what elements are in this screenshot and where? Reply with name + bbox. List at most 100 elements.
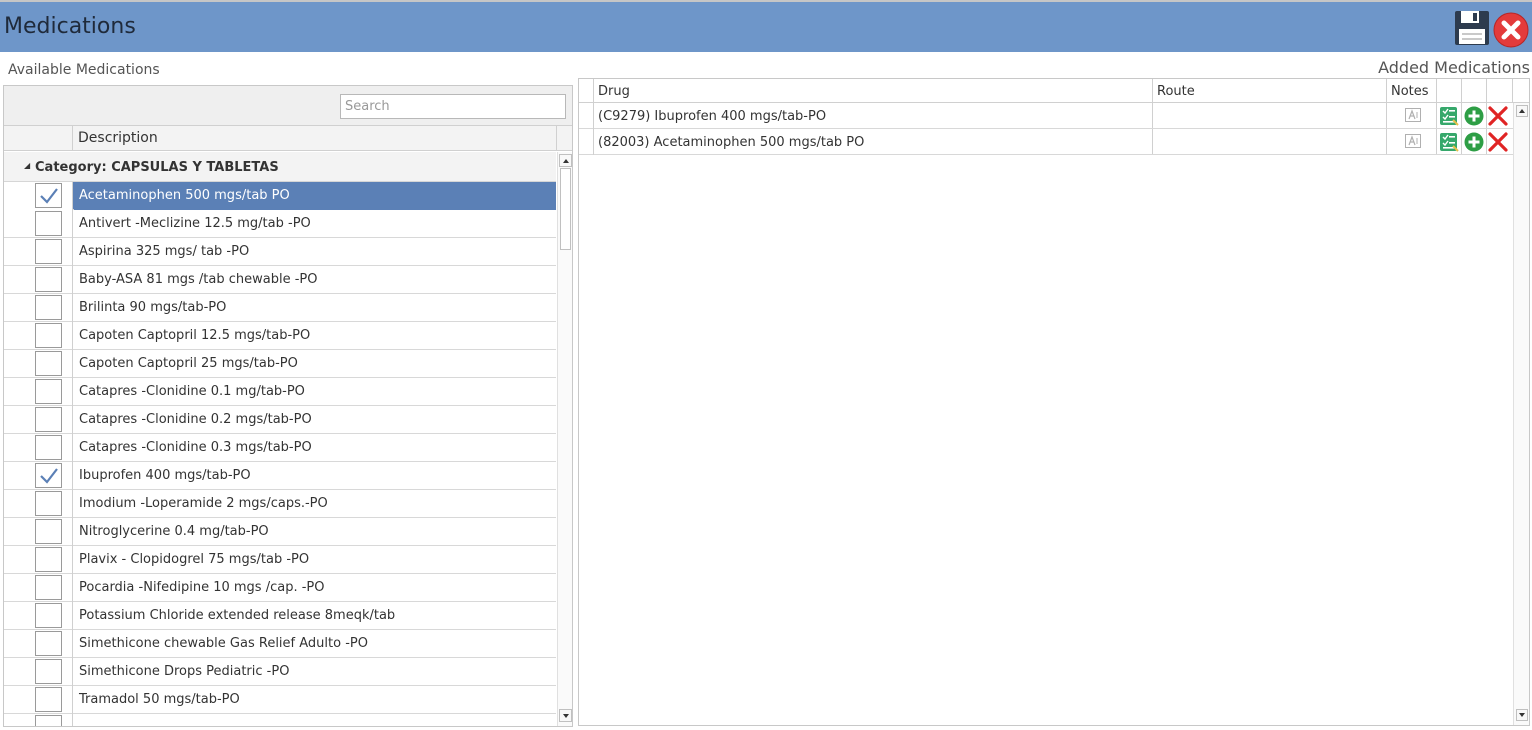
medication-description: Potassium Chloride extended release 8meq… <box>79 608 396 623</box>
medication-checkbox[interactable] <box>35 183 62 208</box>
notes-icon[interactable] <box>1405 134 1421 148</box>
medication-checkbox[interactable] <box>35 463 62 488</box>
edit-checklist-icon[interactable] <box>1439 132 1459 152</box>
floppy-disk-icon <box>1455 11 1489 45</box>
category-group-row[interactable]: ◢ Category: CAPSULAS Y TABLETAS <box>4 152 556 182</box>
medication-checkbox[interactable] <box>35 351 62 376</box>
checkbox-cell <box>4 238 73 266</box>
medication-description: Simethicone chewable Gas Relief Adulto -… <box>79 636 368 651</box>
search-input[interactable] <box>340 94 566 119</box>
added-medication-row[interactable]: (82003) Acetaminophen 500 mgs/tab PO <box>579 129 1513 155</box>
medication-checkbox[interactable] <box>35 547 62 572</box>
medication-row[interactable]: Capoten Captopril 25 mgs/tab-PO <box>4 350 556 378</box>
scroll-down-button[interactable] <box>559 709 572 722</box>
delete-x-icon[interactable] <box>1488 132 1508 152</box>
checkmark-icon <box>40 188 58 204</box>
added-scroll-down-button[interactable] <box>1516 709 1528 721</box>
medication-checkbox[interactable] <box>35 491 62 516</box>
medication-checkbox[interactable] <box>35 631 62 656</box>
medication-checkbox[interactable] <box>35 407 62 432</box>
route-column-header[interactable]: Route <box>1157 84 1195 99</box>
medication-checkbox[interactable] <box>35 267 62 292</box>
added-medication-row[interactable]: (C9279) Ibuprofen 400 mgs/tab-PO <box>579 103 1513 129</box>
medication-row[interactable]: Potassium Chloride extended release 8meq… <box>4 602 556 630</box>
added-scroll-up-button[interactable] <box>1516 105 1528 117</box>
medication-description: Brilinta 90 mgs/tab-PO <box>79 300 227 315</box>
select-column-header[interactable] <box>4 126 73 151</box>
medication-row[interactable]: Baby-ASA 81 mgs /tab chewable -PO <box>4 266 556 294</box>
scroll-up-button[interactable] <box>559 154 572 167</box>
medication-row[interactable]: Nitroglycerine 0.4 mg/tab-PO <box>4 518 556 546</box>
notes-icon[interactable] <box>1405 108 1421 122</box>
checkbox-cell <box>4 322 73 350</box>
medication-checkbox[interactable] <box>35 715 62 726</box>
medication-checkbox[interactable] <box>35 239 62 264</box>
medication-description: Simethicone Drops Pediatric -PO <box>79 664 290 679</box>
checkbox-cell <box>4 266 73 294</box>
medication-row[interactable]: Catapres -Clonidine 0.3 mgs/tab-PO <box>4 434 556 462</box>
medication-description: Catapres -Clonidine 0.3 mgs/tab-PO <box>79 440 312 455</box>
medication-checkbox[interactable] <box>35 603 62 628</box>
medication-checkbox[interactable] <box>35 519 62 544</box>
medication-row[interactable]: Antivert -Meclizine 12.5 mg/tab -PO <box>4 210 556 238</box>
scroll-thumb[interactable] <box>560 168 571 250</box>
medication-checkbox[interactable] <box>35 575 62 600</box>
medication-row[interactable]: Tramadol 50 mgs/tab-PO <box>4 686 556 714</box>
checkbox-cell <box>4 602 73 630</box>
medication-checkbox[interactable] <box>35 323 62 348</box>
checkbox-cell <box>4 350 73 378</box>
medication-description: Baby-ASA 81 mgs /tab chewable -PO <box>79 272 318 287</box>
medication-row[interactable]: Simethicone chewable Gas Relief Adulto -… <box>4 630 556 658</box>
grid-header: Description <box>4 126 572 151</box>
medication-checkbox[interactable] <box>35 211 62 236</box>
description-column-header[interactable]: Description <box>78 130 158 146</box>
medication-row[interactable]: Acetaminophen 500 mgs/tab PO <box>4 182 556 210</box>
row-selector[interactable] <box>579 103 594 129</box>
notes-column-header[interactable]: Notes <box>1391 84 1429 99</box>
row-selector-header <box>579 79 594 103</box>
delete-x-icon[interactable] <box>1488 106 1508 126</box>
medication-row[interactable]: Brilinta 90 mgs/tab-PO <box>4 294 556 322</box>
row-selector[interactable] <box>579 129 594 155</box>
medication-row[interactable] <box>4 714 556 726</box>
checkbox-cell <box>4 490 73 518</box>
medication-row[interactable]: Catapres -Clonidine 0.2 mgs/tab-PO <box>4 406 556 434</box>
save-button[interactable] <box>1454 10 1490 46</box>
medication-row[interactable]: Aspirina 325 mgs/ tab -PO <box>4 238 556 266</box>
checkbox-cell <box>4 210 73 238</box>
medication-description: Aspirina 325 mgs/ tab -PO <box>79 244 250 259</box>
medication-checkbox[interactable] <box>35 379 62 404</box>
checkbox-cell <box>4 714 73 726</box>
edit-checklist-icon[interactable] <box>1439 106 1459 126</box>
add-circle-icon[interactable] <box>1464 106 1484 126</box>
medication-description: Antivert -Meclizine 12.5 mg/tab -PO <box>79 216 311 231</box>
window-title: Medications <box>4 14 136 39</box>
search-bar <box>4 86 572 126</box>
added-vertical-scrollbar[interactable] <box>1513 103 1529 725</box>
medication-description: Tramadol 50 mgs/tab-PO <box>79 692 240 707</box>
medication-checkbox[interactable] <box>35 687 62 712</box>
close-button[interactable] <box>1493 12 1529 48</box>
vertical-scrollbar[interactable] <box>557 152 572 726</box>
drug-column-header[interactable]: Drug <box>598 84 630 99</box>
checkbox-cell <box>4 658 73 686</box>
medication-row[interactable]: Capoten Captopril 12.5 mgs/tab-PO <box>4 322 556 350</box>
checkbox-cell <box>4 462 73 490</box>
added-medications-label: Added Medications <box>1378 58 1530 77</box>
medication-checkbox[interactable] <box>35 659 62 684</box>
medication-checkbox[interactable] <box>35 435 62 460</box>
checkbox-cell <box>4 574 73 602</box>
checkbox-cell <box>4 378 73 406</box>
medication-row[interactable]: Ibuprofen 400 mgs/tab-PO <box>4 462 556 490</box>
medication-row[interactable]: Catapres -Clonidine 0.1 mg/tab-PO <box>4 378 556 406</box>
medication-row[interactable]: Plavix - Clopidogrel 75 mgs/tab -PO <box>4 546 556 574</box>
add-circle-icon[interactable] <box>1464 132 1484 152</box>
medication-description: Nitroglycerine 0.4 mg/tab-PO <box>79 524 269 539</box>
medication-row[interactable]: Pocardia -Nifedipine 10 mgs /cap. -PO <box>4 574 556 602</box>
medication-row[interactable]: Simethicone Drops Pediatric -PO <box>4 658 556 686</box>
medication-checkbox[interactable] <box>35 295 62 320</box>
checkbox-cell <box>4 518 73 546</box>
medication-row[interactable]: Imodium -Loperamide 2 mgs/caps.-PO <box>4 490 556 518</box>
collapse-caret-icon[interactable]: ◢ <box>24 161 30 170</box>
medication-description: Ibuprofen 400 mgs/tab-PO <box>79 468 251 483</box>
